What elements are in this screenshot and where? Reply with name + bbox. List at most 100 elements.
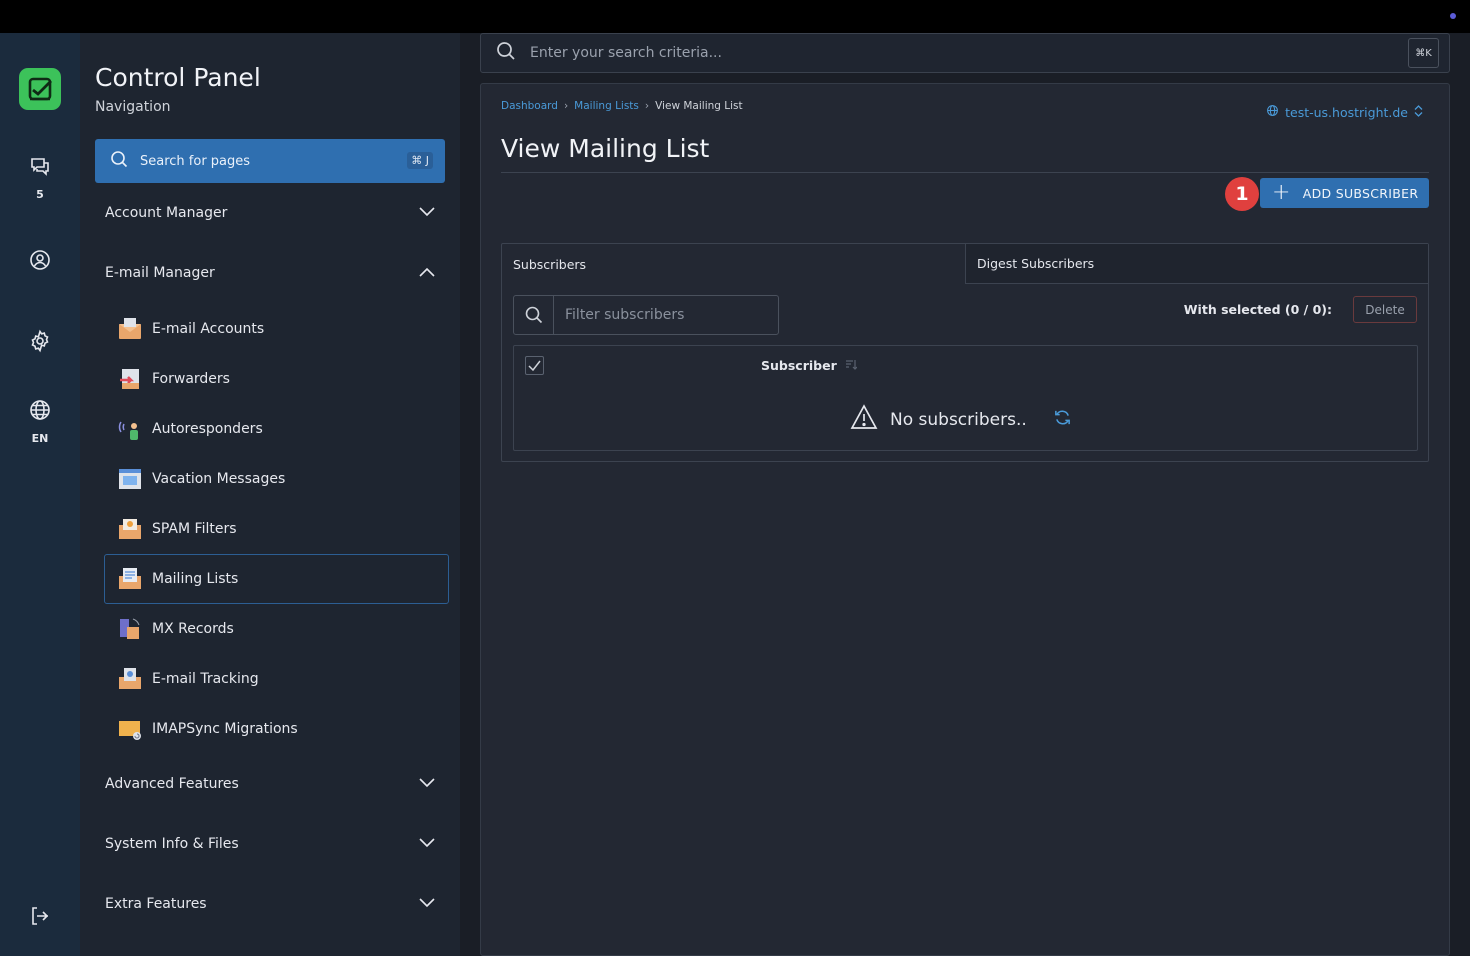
page-search-placeholder: Search for pages xyxy=(140,153,251,169)
email-tracking-icon xyxy=(117,666,143,692)
empty-state: No subscribers.. xyxy=(850,404,1072,435)
spam-mail-icon xyxy=(117,516,143,542)
divider xyxy=(501,172,1429,173)
chevron-up-icon xyxy=(419,265,435,281)
global-search-shortcut: ⌘K xyxy=(1408,38,1439,68)
sidebar-item-autoresponders[interactable]: Autoresponders xyxy=(105,404,450,454)
column-header-subscriber[interactable]: Subscriber xyxy=(761,358,858,373)
warning-icon xyxy=(850,404,878,435)
rail-chat[interactable]: 5 xyxy=(0,154,80,201)
sidebar-item-vacation-messages[interactable]: Vacation Messages xyxy=(105,454,450,504)
sidebar-item-email-tracking[interactable]: E-mail Tracking xyxy=(105,654,450,704)
plus-icon: + xyxy=(1272,180,1291,205)
sidebar-subtitle: Navigation xyxy=(95,99,171,115)
refresh-icon[interactable] xyxy=(1053,408,1072,432)
domain-selector[interactable]: test-us.hostright.de xyxy=(1266,104,1423,120)
sidebar-item-email-accounts[interactable]: E-mail Accounts xyxy=(105,304,450,354)
imapsync-icon xyxy=(117,716,143,742)
column-label: Subscriber xyxy=(761,358,837,373)
breadcrumb-dashboard[interactable]: Dashboard xyxy=(501,100,558,112)
chevron-down-icon xyxy=(419,896,435,912)
mailbox-icon xyxy=(117,316,143,342)
breadcrumb: Dashboard › Mailing Lists › View Mailing… xyxy=(501,100,743,112)
mailing-list-icon xyxy=(117,566,143,592)
page-search-button[interactable]: Search for pages ⌘ J xyxy=(95,139,445,183)
main-content: Enter your search criteria... ⌘K Dashboa… xyxy=(460,33,1470,956)
sidebar-item-label: Mailing Lists xyxy=(152,571,239,587)
sidebar-item-label: Vacation Messages xyxy=(152,471,286,487)
user-circle-icon xyxy=(28,248,52,276)
sidebar-item-mailing-lists[interactable]: Mailing Lists xyxy=(104,554,449,604)
global-search-placeholder: Enter your search criteria... xyxy=(530,45,722,61)
sidebar-item-spam-filters[interactable]: SPAM Filters xyxy=(105,504,450,554)
tab-subscribers[interactable]: Subscribers xyxy=(502,244,965,284)
section-extra-features[interactable]: Extra Features xyxy=(105,892,435,916)
empty-message: No subscribers.. xyxy=(890,409,1027,430)
chevron-updown-icon xyxy=(1414,104,1423,120)
chevron-down-icon xyxy=(419,836,435,852)
search-icon xyxy=(110,150,128,172)
globe-icon xyxy=(1266,104,1279,120)
sort-icon xyxy=(845,358,858,373)
sidebar-item-mx-records[interactable]: MX Records xyxy=(105,604,450,654)
forward-mail-icon xyxy=(117,366,143,392)
subscribers-tabs: Subscribers Digest Subscribers With sele… xyxy=(501,243,1429,462)
section-email-manager[interactable]: E-mail Manager xyxy=(105,261,435,285)
gear-icon xyxy=(28,329,52,357)
chat-count: 5 xyxy=(36,188,44,201)
breadcrumb-current: View Mailing List xyxy=(655,100,743,112)
rail-profile[interactable] xyxy=(0,248,80,276)
app-logo-icon[interactable] xyxy=(19,68,61,110)
tab-digest-subscribers[interactable]: Digest Subscribers xyxy=(965,244,1428,284)
language-label: EN xyxy=(31,432,49,445)
select-all-checkbox[interactable] xyxy=(525,356,544,375)
sidebar-item-imapsync-migrations[interactable]: IMAPSync Migrations xyxy=(105,704,450,754)
logout-icon xyxy=(28,904,52,932)
sidebar-title: Control Panel xyxy=(95,63,261,92)
section-advanced-features[interactable]: Advanced Features xyxy=(105,772,435,796)
sidebar-item-label: IMAPSync Migrations xyxy=(152,721,298,737)
sidebar-item-label: SPAM Filters xyxy=(152,521,237,537)
section-label: Advanced Features xyxy=(105,776,239,792)
section-label: Extra Features xyxy=(105,896,207,912)
filter-subscribers-input[interactable] xyxy=(554,296,778,334)
breadcrumb-mailing-lists[interactable]: Mailing Lists xyxy=(574,100,639,112)
content-panel: Dashboard › Mailing Lists › View Mailing… xyxy=(480,83,1450,956)
chevron-down-icon xyxy=(419,205,435,221)
sidebar-item-label: MX Records xyxy=(152,621,234,637)
with-selected-label: With selected (0 / 0): xyxy=(1183,302,1332,317)
vacation-screen-icon xyxy=(117,466,143,492)
page-search-shortcut: ⌘ J xyxy=(407,152,433,169)
sidebar-item-label: Forwarders xyxy=(152,371,230,387)
filter-subscribers xyxy=(513,295,779,335)
add-subscriber-label: ADD SUBSCRIBER xyxy=(1302,185,1419,201)
rail-language[interactable]: EN xyxy=(0,398,80,445)
autoresponder-icon xyxy=(117,416,143,442)
mx-records-icon xyxy=(117,616,143,642)
globe-icon xyxy=(28,398,52,426)
section-label: E-mail Manager xyxy=(105,265,215,281)
delete-button[interactable]: Delete xyxy=(1353,296,1417,323)
icon-rail: 5 EN xyxy=(0,33,80,956)
section-label: System Info & Files xyxy=(105,836,239,852)
rail-settings[interactable] xyxy=(0,329,80,357)
search-icon xyxy=(514,296,554,334)
status-dot xyxy=(1450,13,1456,19)
search-icon xyxy=(496,41,516,65)
sidebar-item-label: E-mail Tracking xyxy=(152,671,259,687)
chat-icon xyxy=(28,154,52,182)
top-system-bar xyxy=(0,0,1470,33)
section-account-manager[interactable]: Account Manager xyxy=(105,201,435,225)
step-badge: 1 xyxy=(1225,177,1259,211)
section-system-info[interactable]: System Info & Files xyxy=(105,832,435,856)
chevron-down-icon xyxy=(419,776,435,792)
add-subscriber-button[interactable]: + ADD SUBSCRIBER xyxy=(1260,178,1429,208)
chevron-right-icon: › xyxy=(644,100,650,112)
section-label: Account Manager xyxy=(105,205,228,221)
sidebar-item-forwarders[interactable]: Forwarders xyxy=(105,354,450,404)
domain-label: test-us.hostright.de xyxy=(1285,104,1408,120)
rail-logout[interactable] xyxy=(0,904,80,932)
sidebar-item-label: Autoresponders xyxy=(152,421,263,437)
sidebar-item-label: E-mail Accounts xyxy=(152,321,265,337)
global-search-input[interactable]: Enter your search criteria... ⌘K xyxy=(480,33,1450,73)
